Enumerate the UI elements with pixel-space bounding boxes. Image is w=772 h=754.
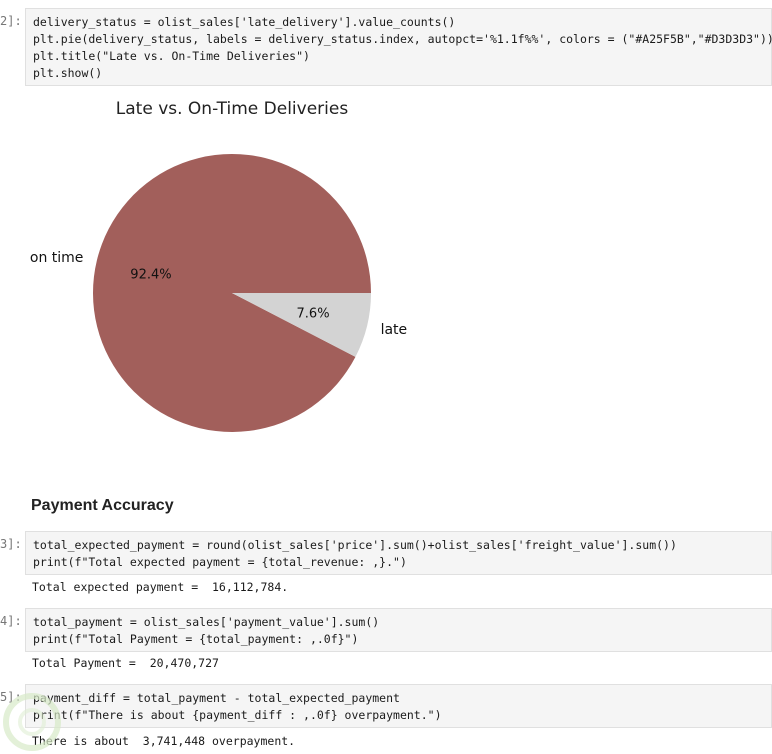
pie-category-label: on time [30,250,84,266]
code-cell[interactable]: total_payment = olist_sales['payment_val… [25,608,772,652]
code-line: plt.pie(delivery_status, labels = delive… [33,32,772,46]
cell-prompt: 2]: [0,14,22,28]
chart-title: Late vs. On-Time Deliveries [116,99,349,119]
code-line: delivery_status = olist_sales['late_deli… [33,15,456,29]
code-line: plt.title("Late vs. On-Time Deliveries") [33,49,310,63]
code-line: total_expected_payment = round(olist_sal… [33,538,677,552]
code-line: payment_diff = total_payment - total_exp… [33,691,400,705]
cell-prompt: 4]: [0,614,22,628]
pie-slices [93,153,371,432]
pie-category-label: late [381,322,408,338]
code-cell[interactable]: payment_diff = total_payment - total_exp… [25,684,772,728]
code-line: plt.show() [33,66,103,80]
code-cell[interactable]: total_expected_payment = round(olist_sal… [25,531,772,575]
cell-output: Total expected payment = 16,112,784. [32,580,289,594]
code-cell[interactable]: delivery_status = olist_sales['late_deli… [25,8,772,86]
pie-value-label: 92.4% [130,267,171,282]
pie-chart: Late vs. On-Time Deliveries 92.4% on time… [30,99,408,432]
code-line: print(f"There is about {payment_diff : ,… [33,708,442,722]
watermark-logo-icon [3,693,61,751]
markdown-heading: Payment Accuracy [31,497,174,514]
pie-value-label: 7.6% [297,307,330,322]
cell-output: Total Payment = 20,470,727 [32,656,219,670]
code-line: total_payment = olist_sales['payment_val… [33,615,380,629]
cell-prompt: 3]: [0,537,22,551]
code-line: print(f"Total expected payment = {total_… [33,555,407,569]
code-line: print(f"Total Payment = {total_payment: … [33,632,359,646]
